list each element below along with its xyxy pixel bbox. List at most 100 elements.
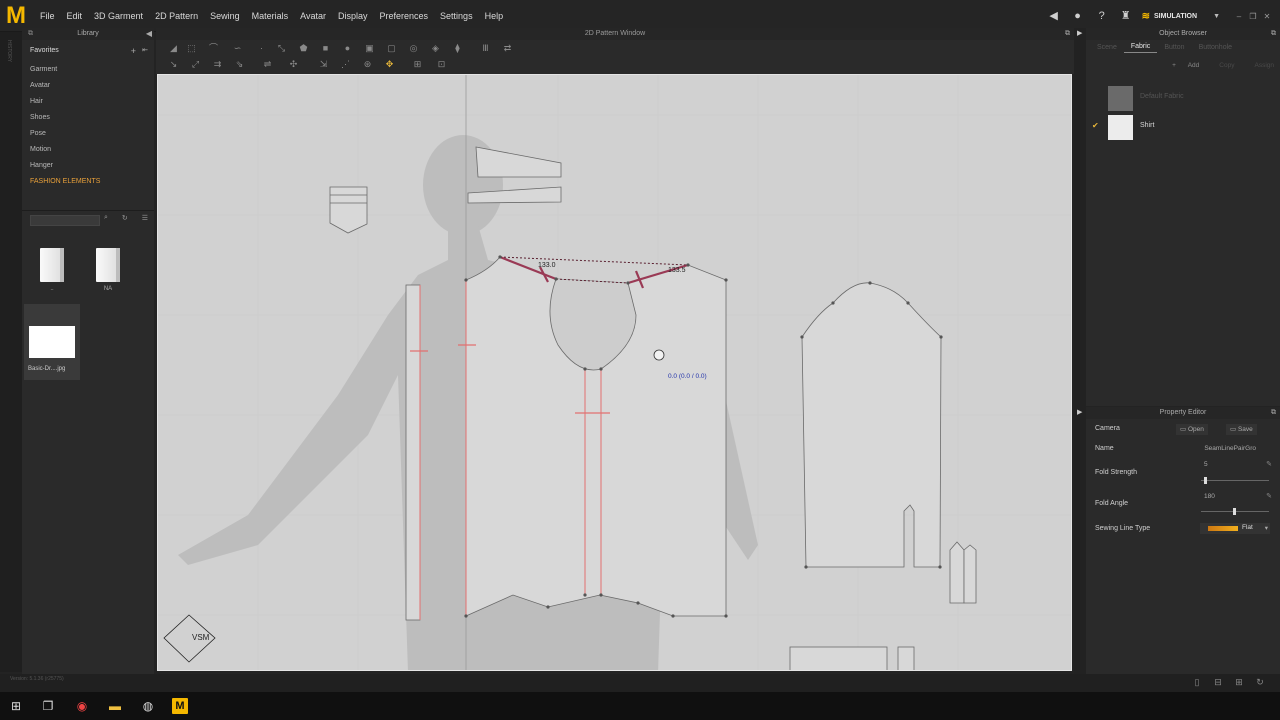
transform-pattern-tool-icon[interactable]: ◢ xyxy=(168,43,179,54)
app-icon[interactable]: ◍ xyxy=(140,698,156,714)
slider-knob[interactable] xyxy=(1233,508,1236,515)
library-file-na[interactable]: NA xyxy=(82,248,134,292)
snap-icon[interactable]: ⊞ xyxy=(412,59,423,70)
undock-icon[interactable]: ⧉ xyxy=(28,28,33,40)
undock-icon[interactable]: ⧉ xyxy=(1271,407,1276,419)
fold-strength-value[interactable]: 5 xyxy=(1204,461,1256,468)
favorites-header[interactable]: Favorites + ⇤ xyxy=(22,40,154,62)
menu-display[interactable]: Display xyxy=(338,11,368,21)
simulation-mode-dropdown[interactable]: ≋ SIMULATION ▼ xyxy=(1142,11,1220,22)
task-view-icon[interactable]: ❐ xyxy=(40,698,56,714)
pencil-icon[interactable]: ✎ xyxy=(1266,492,1272,500)
pocket-piece[interactable] xyxy=(329,186,368,234)
open-camera-button[interactable]: ▭ Open xyxy=(1176,424,1208,435)
arrange-icon[interactable]: ✣ xyxy=(288,59,299,70)
menu-edit[interactable]: Edit xyxy=(67,11,83,21)
check-sewing-icon[interactable]: ⇘ xyxy=(234,59,245,70)
cut-icon[interactable]: ⤡ xyxy=(276,43,287,54)
menu-help[interactable]: Help xyxy=(485,11,504,21)
cuff-placket-pieces[interactable] xyxy=(949,541,977,604)
undock-icon[interactable]: ⧉ xyxy=(1271,28,1276,40)
reset-layout-icon[interactable]: ↻ xyxy=(1252,677,1268,688)
library-item-motion[interactable]: Motion xyxy=(22,142,154,158)
pin-icon[interactable]: ⇲ xyxy=(318,59,329,70)
library-item-avatar[interactable]: Avatar xyxy=(22,78,154,94)
md-app-taskbar-icon[interactable]: M xyxy=(172,698,188,714)
menu-3d-garment[interactable]: 3D Garment xyxy=(94,11,143,21)
tab-buttonhole[interactable]: Buttonhole xyxy=(1192,42,1239,53)
maximize-icon[interactable]: ⧉ xyxy=(1065,28,1070,40)
user-icon[interactable]: ● xyxy=(1071,9,1085,23)
fabric-item-default[interactable]: Default Fabric xyxy=(1086,84,1280,112)
hanger-icon[interactable]: ♜ xyxy=(1119,9,1133,23)
stitch-icon[interactable]: ⋰ xyxy=(340,59,351,70)
help-icon[interactable]: ? xyxy=(1095,9,1109,23)
pencil-icon[interactable]: ✎ xyxy=(1266,460,1272,468)
segment-sewing-icon[interactable]: ↘ xyxy=(168,59,179,70)
menu-file[interactable]: File xyxy=(40,11,55,21)
library-item-garment[interactable]: Garment xyxy=(22,62,154,78)
add-point-icon[interactable]: · xyxy=(256,43,267,54)
library-item-hair[interactable]: Hair xyxy=(22,94,154,110)
fold-icon[interactable]: Ⅲ xyxy=(480,43,491,54)
tab-fabric[interactable]: Fabric xyxy=(1123,41,1158,53)
menu-settings[interactable]: Settings xyxy=(440,11,473,21)
fold-angle-value[interactable]: 180 xyxy=(1204,493,1256,500)
front-body-piece[interactable] xyxy=(458,255,728,618)
windows-start-icon[interactable]: ⊞ xyxy=(8,698,24,714)
close-icon[interactable]: ✕ xyxy=(1260,12,1274,21)
add-fabric-button[interactable]: + Add xyxy=(1172,62,1199,69)
tack-icon[interactable]: ⇌ xyxy=(262,59,273,70)
slider-knob[interactable] xyxy=(1204,477,1207,484)
polygon-icon[interactable]: ⬟ xyxy=(298,43,309,54)
tab-button[interactable]: Button xyxy=(1157,42,1191,53)
chrome-icon[interactable]: ◉ xyxy=(74,698,90,714)
library-file-basic-dress[interactable]: Basic-Dr....jpg xyxy=(24,304,80,380)
pleat-icon[interactable]: ⧫ xyxy=(452,43,463,54)
edit-curve-point-icon[interactable]: ⌒ xyxy=(208,43,219,54)
layout-grid-icon[interactable]: ⊞ xyxy=(1231,677,1247,688)
menu-avatar[interactable]: Avatar xyxy=(300,11,326,21)
menu-preferences[interactable]: Preferences xyxy=(380,11,429,21)
fabric-item-shirt[interactable]: ✔ Shirt xyxy=(1086,113,1280,141)
layout-single-icon[interactable]: ▯ xyxy=(1189,677,1205,688)
fold-angle-slider[interactable] xyxy=(1201,508,1269,515)
sewing-line-type-select[interactable]: Flat ▾ xyxy=(1200,523,1270,534)
assign-fabric-button[interactable]: Assign xyxy=(1244,62,1274,69)
library-search-input[interactable] xyxy=(30,215,100,226)
list-view-icon[interactable]: ☰ xyxy=(142,214,148,222)
library-item-shoes[interactable]: Shoes xyxy=(22,110,154,126)
library-item-hanger[interactable]: Hanger xyxy=(22,158,154,174)
trace-icon[interactable]: ⇄ xyxy=(502,43,513,54)
free-sewing-icon[interactable]: ⤢ xyxy=(190,59,201,70)
file-explorer-icon[interactable]: ▬ xyxy=(107,698,123,714)
collar-pieces[interactable] xyxy=(467,146,562,204)
internal-polygon-icon[interactable]: ▣ xyxy=(364,43,375,54)
arrow-left-icon[interactable]: ⇤ xyxy=(142,40,148,62)
edit-pattern-tool-icon[interactable]: ⬚ xyxy=(186,43,197,54)
menu-sewing[interactable]: Sewing xyxy=(210,11,240,21)
menu-2d-pattern[interactable]: 2D Pattern xyxy=(155,11,198,21)
library-item-fashion-elements[interactable]: FASHION ELEMENTS xyxy=(22,174,154,190)
multi-sewing-icon[interactable]: ⇉ xyxy=(212,59,223,70)
menu-materials[interactable]: Materials xyxy=(252,11,289,21)
edit-curvature-icon[interactable]: ∽ xyxy=(232,43,243,54)
layout-split-icon[interactable]: ⊟ xyxy=(1210,677,1226,688)
minimize-icon[interactable]: – xyxy=(1232,12,1246,21)
collapse-left-icon[interactable]: ◀ xyxy=(146,28,152,40)
circle-icon[interactable]: ● xyxy=(342,43,353,54)
library-file-parent[interactable]: .. xyxy=(26,248,78,292)
sleeve-piece[interactable] xyxy=(800,281,943,569)
tab-scene[interactable]: Scene xyxy=(1090,42,1124,53)
search-icon[interactable]: ⌕ xyxy=(104,214,108,222)
pattern-canvas[interactable]: 133.0 133.5 0.0 (0.0 / 0.0) VSM xyxy=(157,74,1072,671)
fold-strength-slider[interactable] xyxy=(1201,477,1269,484)
rectangle-icon[interactable]: ■ xyxy=(320,43,331,54)
texture-edit-icon[interactable]: ⊡ xyxy=(436,59,447,70)
refresh-icon[interactable]: ↻ xyxy=(122,214,128,222)
copy-fabric-button[interactable]: Copy xyxy=(1209,62,1234,69)
pattern-drawing[interactable] xyxy=(158,75,1072,671)
collapse-right-icon[interactable]: ▶ xyxy=(1077,407,1082,419)
library-item-pose[interactable]: Pose xyxy=(22,126,154,142)
restore-icon[interactable]: ❐ xyxy=(1246,12,1260,21)
